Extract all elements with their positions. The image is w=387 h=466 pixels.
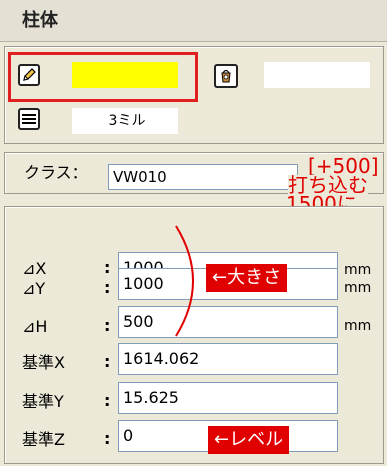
line-weight-button[interactable] — [18, 108, 40, 130]
fill-attribute-button[interactable] — [18, 64, 40, 86]
base-x-input[interactable]: 1614.062 — [118, 343, 338, 375]
panel-title: 柱体 — [0, 0, 387, 42]
class-label: クラス： — [24, 163, 88, 182]
base-x-colon: : — [104, 352, 111, 371]
dy-value: 1000 — [123, 274, 164, 293]
class-select[interactable]: VW010 — [108, 164, 298, 190]
line-weight-field[interactable]: 3ミル — [72, 108, 178, 134]
size-callout: ←大きさ — [206, 264, 288, 292]
line-weight-icon — [22, 114, 36, 124]
dy-colon: : — [104, 278, 111, 297]
dh-colon: : — [104, 316, 111, 335]
dx-colon: : — [104, 258, 111, 277]
pen-attribute-button[interactable] — [214, 64, 238, 88]
dh-unit: mm — [344, 318, 372, 334]
size-bracket-curve — [175, 225, 194, 337]
base-x-value: 1614.062 — [123, 349, 200, 368]
base-x-label: 基準X — [22, 353, 65, 372]
paint-bucket-icon — [221, 69, 231, 83]
dy-label: ⊿Y — [22, 279, 46, 298]
class-value: VW010 — [113, 168, 167, 186]
base-y-value: 15.625 — [123, 388, 179, 407]
base-z-label: 基準Z — [22, 430, 65, 449]
dh-input[interactable]: 500 — [118, 306, 338, 338]
dx-unit: mm — [344, 262, 372, 278]
base-z-value: 0 — [123, 426, 134, 445]
pen-color-swatch[interactable] — [264, 62, 370, 88]
level-callout: ←レベル — [208, 426, 290, 454]
base-z-colon: : — [104, 429, 111, 448]
base-y-input[interactable]: 15.625 — [118, 382, 338, 414]
dy-unit: mm — [344, 280, 372, 296]
dx-label: ⊿X — [22, 259, 47, 278]
dh-label: ⊿H — [22, 317, 48, 336]
fill-color-swatch[interactable] — [72, 62, 178, 88]
base-y-label: 基準Y — [22, 392, 64, 411]
dh-value: 500 — [123, 312, 154, 331]
pencil-icon — [23, 68, 36, 81]
line-weight-value: 3ミル — [108, 113, 146, 129]
base-y-colon: : — [104, 391, 111, 410]
